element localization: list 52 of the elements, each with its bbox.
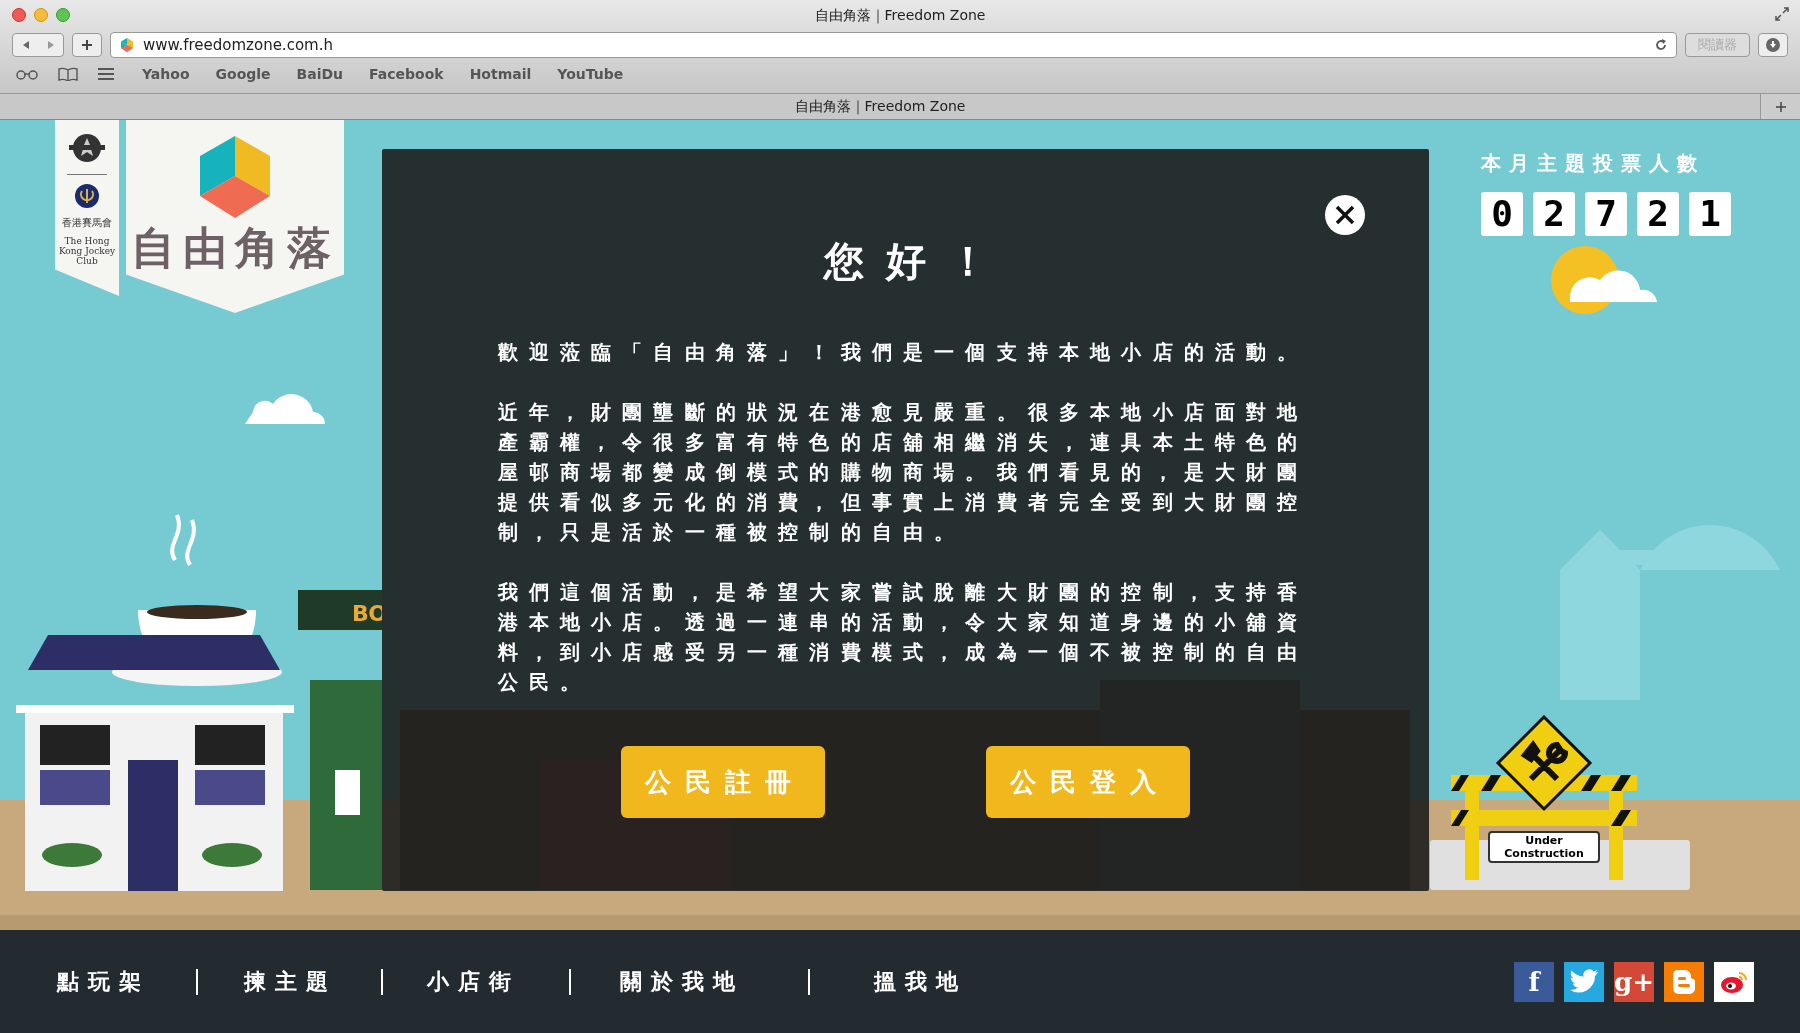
close-window-button[interactable] <box>12 8 26 22</box>
horseshoe-emblem-icon <box>74 183 100 209</box>
dialog-title: 您好！ <box>822 237 1010 286</box>
dialog-paragraph: 近年，財團壟斷的狀況在港愈見嚴重。很多本地小店面對地產霸權，令很多富有特色的店舖相繼消失，連具本土特色的屋邨商場都變成倒模式的購物商場。我們看見的，是大財團提供看似多元化的消費，但事實上消費者完全受到大財團控制，只是活於一種被控制的自由。 <box>497 399 1310 546</box>
url-text: www.freedomzone.com.h <box>143 34 334 56</box>
dialog-paragraph: 我們這個活動，是希望大家嘗試脫離大財團的控制，支持香港本地小店。透過一連串的活動，令大家知道身邊的小舖資料，到小店感受另一種消費模式，成為一個不被控制的自由公民。 <box>497 579 1310 696</box>
tab[interactable]: 自由角落｜Freedom Zone <box>0 93 1760 119</box>
downloads-button[interactable] <box>1758 33 1788 57</box>
bookmarks-book-icon[interactable] <box>58 67 78 81</box>
plus-icon <box>81 39 93 51</box>
footer-nav-link[interactable]: 關於我地 <box>620 965 744 998</box>
cube-logo-icon <box>198 136 272 218</box>
address-bar[interactable]: www.freedomzone.com.h <box>110 32 1677 58</box>
facebook-icon[interactable]: f <box>1514 961 1554 1002</box>
new-tab-button[interactable] <box>72 33 102 57</box>
sponsor-name: 香港賽馬會 <box>62 217 112 228</box>
bookmark-link[interactable]: YouTube <box>557 63 624 85</box>
close-icon <box>1334 204 1356 226</box>
close-button[interactable] <box>1325 195 1365 235</box>
counter-digit: 2 <box>1637 192 1679 236</box>
footer-nav-link[interactable]: 搵我地 <box>874 965 967 998</box>
google-plus-icon[interactable]: g+ <box>1614 961 1654 1002</box>
zoom-window-button[interactable] <box>56 8 70 22</box>
fullscreen-icon[interactable] <box>1774 6 1790 22</box>
shop-sign: BO <box>352 600 387 628</box>
twitter-icon[interactable] <box>1564 961 1604 1002</box>
construction-sign-text: Under Construction <box>1488 831 1600 863</box>
bookmark-link[interactable]: Google <box>215 63 271 85</box>
cube-favicon-icon <box>119 37 135 53</box>
bookmark-link[interactable]: Hotmail <box>469 63 532 85</box>
logo-title: 自由角落 <box>131 226 339 270</box>
dialog-paragraph: 歡迎蒞臨「自由角落」！我們是一個支持本地小店的活動。 <box>497 339 1310 366</box>
footer-nav-link[interactable]: 揀主題 <box>244 965 337 998</box>
bookmark-link[interactable]: BaiDu <box>296 63 344 85</box>
download-icon <box>1765 37 1781 53</box>
counter-digit: 0 <box>1481 192 1523 236</box>
window-title: 自由角落｜Freedom Zone <box>814 5 986 26</box>
reading-list-icon[interactable] <box>16 68 38 80</box>
bookmark-link[interactable]: Facebook <box>369 63 444 85</box>
add-tab-button[interactable] <box>1760 93 1800 119</box>
counter-digit: 1 <box>1689 192 1731 236</box>
reload-icon[interactable] <box>1654 38 1668 52</box>
footer-nav-link[interactable]: 小店街 <box>427 965 520 998</box>
counter-digit: 2 <box>1533 192 1575 236</box>
footer-nav-link[interactable]: 點玩架 <box>57 965 150 998</box>
sponsor-name: The Hong Kong Jockey Club <box>57 236 117 266</box>
blogger-icon[interactable] <box>1664 961 1704 1002</box>
vote-counter-label: 本月主題投票人數 <box>1481 150 1706 177</box>
plus-icon <box>1775 101 1786 112</box>
counter-digit: 7 <box>1585 192 1627 236</box>
weibo-icon[interactable] <box>1714 961 1754 1002</box>
bookmark-link[interactable]: Yahoo <box>142 63 190 85</box>
